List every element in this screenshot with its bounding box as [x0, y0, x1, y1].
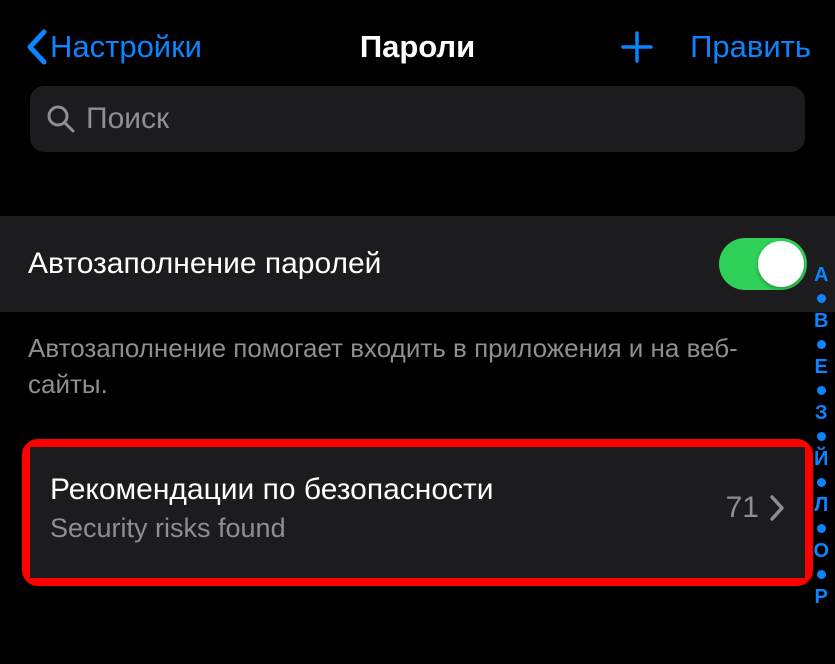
nav-actions: Править [620, 29, 811, 65]
navigation-bar: Настройки Пароли Править [0, 0, 835, 86]
index-dot-icon [817, 478, 826, 487]
index-dot-icon [817, 294, 826, 303]
index-dot-icon [817, 524, 826, 533]
index-item[interactable]: А [814, 264, 828, 287]
spacer [0, 168, 835, 216]
index-item[interactable]: З [815, 402, 828, 425]
security-accessory: 71 [726, 491, 785, 525]
highlighted-annotation: Рекомендации по безопасности Security ri… [22, 439, 813, 586]
search-bar[interactable] [30, 86, 805, 152]
chevron-left-icon [24, 28, 48, 66]
chevron-right-icon [769, 494, 785, 522]
add-button[interactable] [620, 30, 654, 64]
index-dot-icon [817, 570, 826, 579]
index-item[interactable]: Й [814, 448, 828, 471]
index-item[interactable]: Р [815, 586, 828, 609]
search-icon [46, 104, 76, 134]
page-title: Пароли [360, 29, 475, 65]
section-index-bar[interactable]: А В Е З Й Л О Р [813, 264, 829, 609]
index-item[interactable]: Е [815, 356, 828, 379]
index-dot-icon [817, 340, 826, 349]
security-subtitle: Security risks found [50, 513, 494, 544]
index-item[interactable]: В [814, 310, 828, 333]
autofill-toggle[interactable] [719, 238, 807, 290]
index-item[interactable]: О [813, 540, 829, 563]
search-input[interactable] [86, 102, 789, 136]
security-count: 71 [726, 491, 759, 525]
back-button[interactable]: Настройки [24, 28, 202, 66]
edit-button[interactable]: Править [690, 29, 811, 65]
index-dot-icon [817, 386, 826, 395]
search-wrapper [0, 86, 835, 168]
toggle-knob [758, 241, 804, 287]
autofill-label: Автозаполнение паролей [28, 247, 381, 281]
back-label: Настройки [50, 29, 202, 65]
index-item[interactable]: Л [814, 494, 828, 517]
index-dot-icon [817, 432, 826, 441]
security-text-group: Рекомендации по безопасности Security ri… [50, 473, 494, 544]
security-recommendations-cell[interactable]: Рекомендации по безопасности Security ri… [30, 447, 805, 578]
autofill-footer: Автозаполнение помогает входить в прилож… [0, 312, 835, 429]
autofill-passwords-cell: Автозаполнение паролей [0, 216, 835, 312]
security-title: Рекомендации по безопасности [50, 473, 494, 507]
